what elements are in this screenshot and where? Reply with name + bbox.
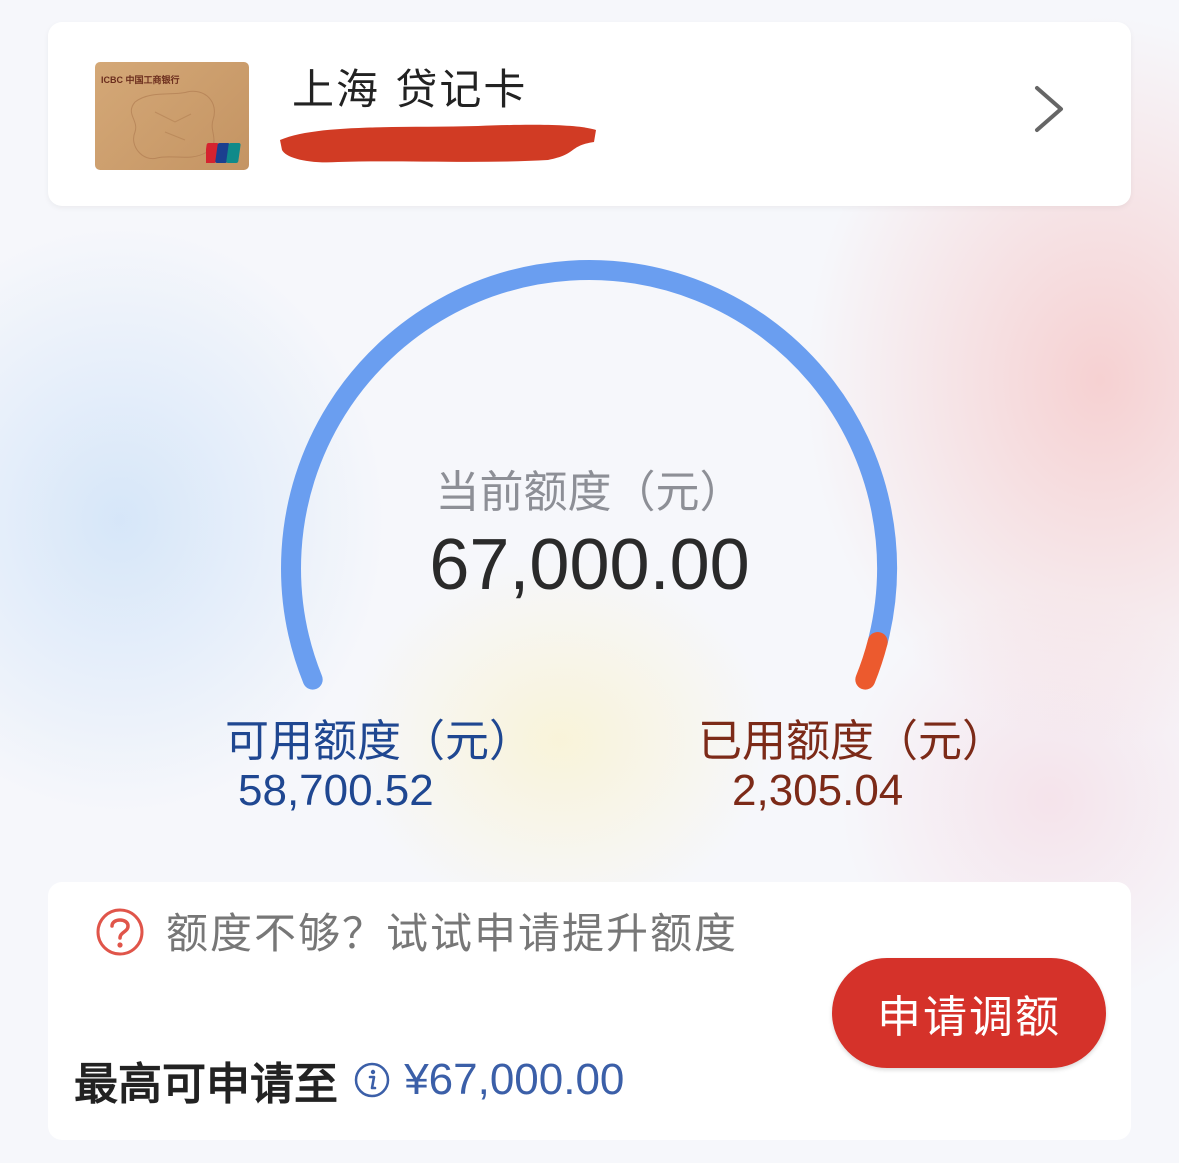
- unionpay-logo: [206, 143, 241, 163]
- help-icon: [96, 908, 144, 956]
- current-limit-value: 67,000.00: [429, 525, 750, 605]
- redacted-card-number: [280, 124, 596, 163]
- max-apply-row: 最高可申请至 ¥67,000.00: [74, 1048, 625, 1110]
- max-apply-label: 最高可申请至: [74, 1059, 338, 1110]
- upgrade-hint-text: 额度不够？试试申请提升额度: [166, 909, 739, 958]
- current-limit-label: 当前额度（元）: [435, 467, 744, 518]
- info-icon[interactable]: [353, 1061, 391, 1099]
- available-limit-label: 可用额度（元）: [225, 716, 533, 767]
- used-arc: [855, 632, 888, 690]
- chevron-right-icon[interactable]: [1032, 84, 1066, 134]
- card-name: 上海 贷记卡: [292, 65, 528, 114]
- used-limit-label: 已用额度（元）: [698, 716, 1006, 767]
- available-limit-value: 58,700.52: [238, 766, 434, 815]
- used-limit-value: 2,305.04: [732, 766, 904, 815]
- limit-upgrade-card: 额度不够？试试申请提升额度 最高可申请至 ¥67,000.00 申请调额: [48, 882, 1131, 1140]
- apply-adjust-button[interactable]: 申请调额: [832, 958, 1106, 1068]
- max-apply-value: ¥67,000.00: [404, 1055, 625, 1104]
- bank-logo-text: ICBC 中国工商银行: [101, 75, 180, 85]
- credit-card-selector[interactable]: ICBC 中国工商银行 上海 贷记卡: [48, 22, 1131, 206]
- bank-card-image: ICBC 中国工商银行: [95, 62, 249, 170]
